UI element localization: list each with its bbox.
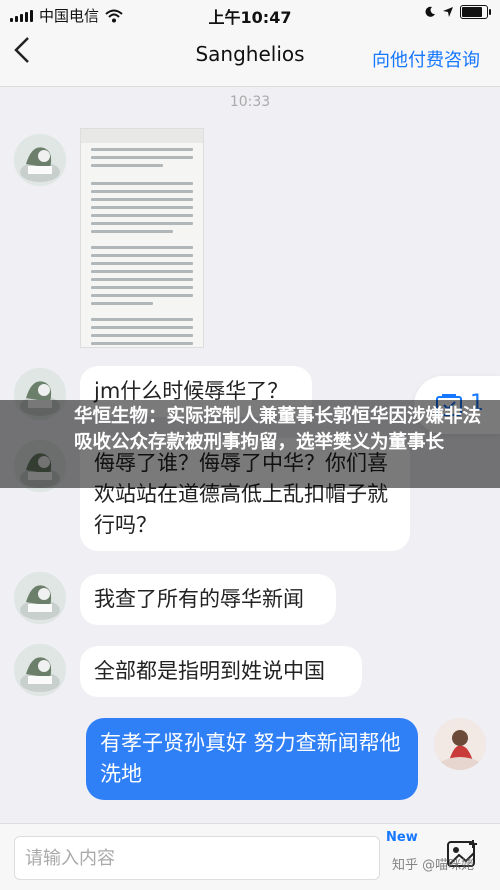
message-text: 我查了所有的辱华新闻	[94, 587, 304, 611]
message-input-box[interactable]	[14, 836, 380, 880]
moon-icon	[425, 6, 435, 17]
image-message[interactable]	[80, 128, 204, 348]
status-bar: 中国电信 上午10:47	[0, 0, 500, 28]
location-arrow-icon	[443, 7, 453, 17]
battery-icon	[460, 5, 491, 19]
message-text: 全部都是指明到姓说中国	[94, 659, 325, 683]
avatar[interactable]	[14, 572, 66, 624]
battery-fill	[462, 7, 482, 17]
status-right	[424, 5, 491, 19]
message-timestamp: 10:33	[229, 94, 271, 110]
watermark: 知乎 @喵咪姥	[392, 858, 475, 873]
new-badge: New	[386, 830, 418, 845]
news-overlay: 华恒生物：实际控制人兼董事长郭恒华因涉嫌非法吸收公众存款被刑事拘留，选举樊义为董…	[0, 400, 500, 488]
my-message-bubble[interactable]: 有孝子贤孙真好 努力查新闻帮他洗地	[86, 718, 418, 800]
message-input[interactable]	[15, 837, 379, 879]
paid-consult-link[interactable]: 向他付费咨询	[372, 46, 480, 72]
avatar[interactable]	[14, 644, 66, 696]
news-overlay-text: 华恒生物：实际控制人兼董事长郭恒华因涉嫌非法吸收公众存款被刑事拘留，选举樊义为董…	[74, 406, 482, 453]
input-bar: New 知乎 @喵咪姥	[0, 823, 500, 890]
message-bubble[interactable]: 全部都是指明到姓说中国	[80, 646, 362, 697]
my-avatar[interactable]	[434, 718, 486, 770]
nav-bar: Sanghelios 向他付费咨询	[0, 28, 500, 87]
message-text: 有孝子贤孙真好 努力查新闻帮他洗地	[100, 731, 401, 786]
avatar[interactable]	[14, 134, 66, 186]
message-bubble[interactable]: 我查了所有的辱华新闻	[80, 574, 336, 625]
